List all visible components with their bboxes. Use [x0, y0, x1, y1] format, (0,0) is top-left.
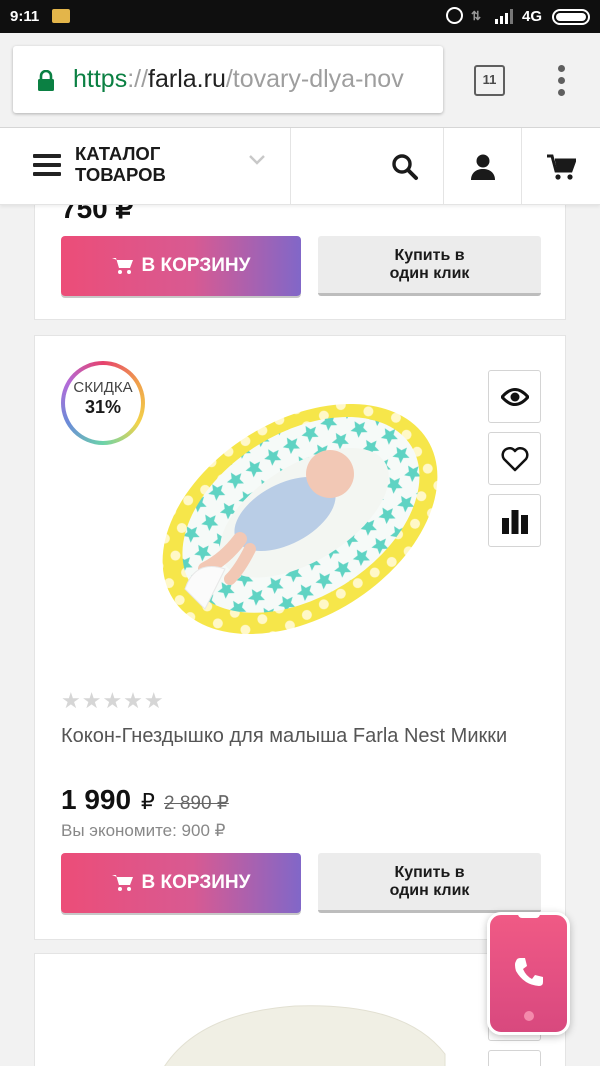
price-currency: ₽ [140, 789, 155, 814]
browser-toolbar: https://farla.ru/tovary-dlya-nov 11 [0, 33, 600, 128]
add-to-cart-button[interactable]: В КОРЗИНУ [61, 236, 301, 296]
product-price: 1 990 ₽ [61, 784, 155, 816]
add-to-cart-label: В КОРЗИНУ [141, 872, 251, 893]
product-card: 750 ₽ В КОРЗИНУ Купить в один клик [34, 205, 566, 320]
catalog-menu-button[interactable]: КАТАЛОГ ТОВАРОВ [0, 128, 291, 205]
discount-value: 31% [84, 397, 122, 417]
product-price: 750 ₽ [61, 205, 134, 224]
status-bar: 9:11 ⇅ 4G [0, 0, 600, 33]
product-image[interactable] [145, 374, 455, 664]
discount-label: СКИДКА [73, 379, 133, 396]
wishlist-button[interactable] [488, 432, 541, 485]
discount-badge: СКИДКА 31% [61, 361, 145, 445]
product-card: СКИДКА 31% ★★★★★ Кокон-Гнездышко для мал… [34, 335, 566, 940]
alarm-icon [446, 7, 463, 24]
cart-icon [111, 258, 133, 274]
chevron-down-icon [249, 155, 265, 165]
search-button[interactable] [366, 128, 444, 205]
phone-notch [518, 912, 540, 918]
url-text: https://farla.ru/tovary-dlya-nov [73, 65, 404, 94]
buy-one-click-button[interactable]: Купить в один клик [318, 853, 541, 913]
signal-icon [495, 9, 513, 24]
browser-menu-icon[interactable] [556, 65, 566, 99]
lock-icon [38, 70, 54, 91]
phone-icon [515, 958, 543, 986]
cart-button[interactable] [522, 128, 600, 205]
user-icon [470, 154, 495, 180]
add-to-cart-label: В КОРЗИНУ [141, 255, 251, 276]
site-header: КАТАЛОГ ТОВАРОВ [0, 128, 600, 205]
old-price: 2 890 ₽ [164, 793, 229, 814]
compare-button[interactable] [488, 494, 541, 547]
url-domain: farla.ru [148, 65, 226, 93]
eye-icon [500, 387, 529, 406]
catalog-label: КАТАЛОГ ТОВАРОВ [75, 143, 166, 185]
heart-icon [500, 446, 529, 471]
wishlist-button[interactable] [488, 1050, 541, 1066]
address-bar[interactable]: https://farla.ru/tovary-dlya-nov [13, 46, 443, 113]
status-time: 9:11 [10, 8, 40, 25]
add-to-cart-button[interactable]: В КОРЗИНУ [61, 853, 301, 913]
menu-icon [33, 154, 61, 176]
call-widget-button[interactable] [487, 912, 570, 1035]
cart-icon [111, 875, 133, 891]
bar-chart-icon [501, 509, 528, 534]
url-scheme: https [73, 65, 128, 93]
tab-switcher-button[interactable]: 11 [474, 65, 505, 96]
data-transfer-icon: ⇅ [471, 9, 482, 23]
url-separator: :// [127, 65, 149, 93]
savings-text: Вы экономите: 900 ₽ [61, 821, 226, 840]
notification-icon [52, 9, 70, 23]
phone-home-button-icon [524, 1011, 534, 1021]
url-path: /tovary-dlya-nov [225, 65, 404, 93]
rating-stars: ★★★★★ [61, 688, 165, 713]
search-icon [391, 153, 418, 180]
price-value: 1 990 [61, 784, 132, 815]
cart-icon [547, 154, 576, 180]
buy-one-click-button[interactable]: Купить в один клик [318, 236, 541, 296]
network-type: 4G [522, 8, 543, 25]
quick-view-button[interactable] [488, 370, 541, 423]
battery-icon [552, 9, 590, 25]
account-button[interactable] [444, 128, 522, 205]
product-name[interactable]: Кокон-Гнездышко для малыша Farla Nest Ми… [61, 724, 541, 749]
product-image[interactable] [145, 994, 455, 1066]
